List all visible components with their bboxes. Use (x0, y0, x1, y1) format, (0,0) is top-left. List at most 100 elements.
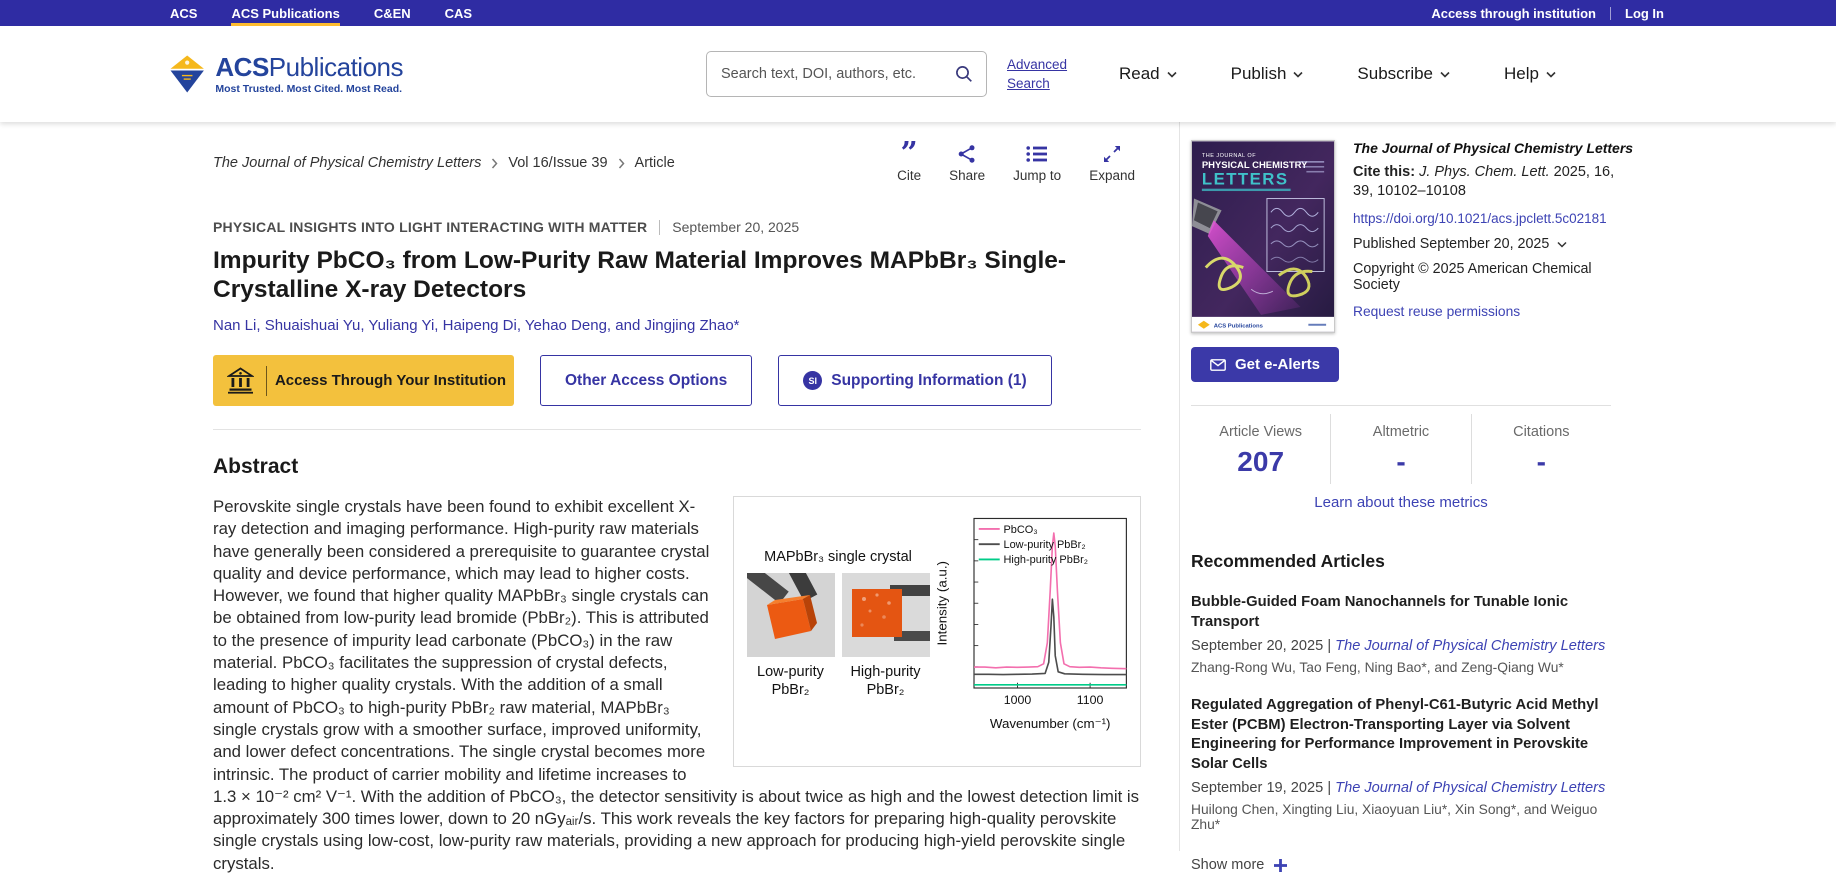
divider (1191, 405, 1611, 406)
search-icon[interactable] (954, 64, 974, 84)
recommended-article-journal-link[interactable]: The Journal of Physical Chemistry Letter… (1335, 780, 1605, 796)
supporting-information-label: Supporting Information (1) (831, 372, 1026, 390)
article-category[interactable]: PHYSICAL INSIGHTS INTO LIGHT INTERACTING… (213, 219, 647, 235)
recommended-article: Regulated Aggregation of Phenyl-C61-Buty… (1191, 696, 1623, 832)
nav-read[interactable]: Read (1119, 64, 1177, 84)
access-institution-label: Access Through Your Institution (267, 372, 514, 389)
doi-link[interactable]: https://doi.org/10.1021/acs.jpclett.5c02… (1353, 211, 1621, 226)
expand-button[interactable]: Expand (1089, 143, 1135, 183)
supporting-information-button[interactable]: SI Supporting Information (1) (778, 355, 1051, 406)
chevron-right-icon (491, 158, 498, 169)
jump-to-list-icon (1026, 145, 1048, 163)
cover-footer-brand: ACS Publications (1214, 324, 1264, 330)
abstract-heading: Abstract (213, 455, 1163, 479)
learn-about-metrics-link[interactable]: Learn about these metrics (1191, 494, 1611, 511)
cover-masthead-accent: LETTERS (1202, 170, 1289, 189)
show-more-button[interactable]: Show more (1191, 857, 1620, 873)
jump-to-label: Jump to (1013, 168, 1061, 183)
recommended-article-title[interactable]: Bubble-Guided Foam Nanochannels for Tuna… (1191, 593, 1623, 632)
divider (659, 220, 660, 235)
cite-button[interactable]: ” Cite (897, 143, 921, 183)
cover-masthead-top: THE JOURNAL OF (1202, 153, 1256, 159)
cite-label: Cite (897, 168, 921, 183)
svg-text:Wavenumber (cm⁻¹): Wavenumber (cm⁻¹) (990, 716, 1111, 731)
recommended-article-date: September 20, 2025 (1191, 638, 1323, 654)
chevron-down-icon (1167, 71, 1177, 78)
svg-text:1100: 1100 (1077, 693, 1104, 707)
nav-publish[interactable]: Publish (1231, 64, 1304, 84)
recommended-article-authors: Huilong Chen, Xingting Liu, Xiaoyuan Liu… (1191, 802, 1623, 832)
nav-help[interactable]: Help (1504, 64, 1556, 84)
share-label: Share (949, 168, 985, 183)
search-box (706, 51, 987, 97)
topbar-link-acs[interactable]: ACS (170, 0, 197, 26)
nav-subscribe[interactable]: Subscribe (1357, 64, 1450, 84)
logo-tagline: Most Trusted. Most Cited. Most Read. (215, 83, 403, 95)
topbar-link-cen[interactable]: C&EN (374, 0, 411, 26)
metric-value: - (1331, 446, 1470, 478)
breadcrumb-issue-link[interactable]: Vol 16/Issue 39 (508, 155, 607, 171)
crystal-photo-low-purity (747, 573, 835, 657)
svg-text:Low-purity PbBr₂: Low-purity PbBr₂ (1004, 539, 1086, 551)
topbar-link-cas[interactable]: CAS (445, 0, 472, 26)
recommended-article-journal-link[interactable]: The Journal of Physical Chemistry Letter… (1335, 638, 1605, 654)
nav-subscribe-label: Subscribe (1357, 64, 1433, 84)
recommended-article-meta: September 19, 2025 | The Journal of Phys… (1191, 780, 1623, 796)
logo-acs: ACS (215, 52, 268, 82)
get-e-alerts-button[interactable]: Get e-Alerts (1191, 347, 1339, 382)
sidebar-journal-title[interactable]: The Journal of Physical Chemistry Letter… (1353, 140, 1621, 156)
access-through-institution-link[interactable]: Access through institution (1431, 6, 1596, 21)
chevron-down-icon (1557, 241, 1567, 248)
cite-journal-abbrev: J. Phys. Chem. Lett. (1419, 164, 1550, 180)
top-bar: ACS ACS Publications C&EN CAS Access thr… (0, 0, 1836, 26)
abstract-graphic[interactable]: MAPbBr₃ single crystal (733, 496, 1141, 767)
topbar-link-acs-publications[interactable]: ACS Publications (231, 0, 339, 26)
metric-value: 207 (1191, 446, 1330, 478)
metric-value: - (1472, 446, 1611, 478)
published-date-row[interactable]: Published September 20, 2025 (1353, 236, 1621, 252)
acs-publications-logo[interactable]: ACSPublications Most Trusted. Most Cited… (167, 51, 403, 97)
share-icon (957, 144, 977, 164)
published-date: Published September 20, 2025 (1353, 236, 1549, 252)
nav-help-label: Help (1504, 64, 1539, 84)
spectrum-chart: 10001100PbCO₃Low-purity PbBr₂High-purity… (934, 505, 1134, 751)
breadcrumb: The Journal of Physical Chemistry Letter… (213, 143, 675, 183)
jump-to-button[interactable]: Jump to (1013, 143, 1061, 183)
session-links: Access through institution Log In (1431, 0, 1664, 26)
share-button[interactable]: Share (949, 143, 985, 183)
chevron-down-icon (1440, 71, 1450, 78)
breadcrumb-journal-link[interactable]: The Journal of Physical Chemistry Letter… (213, 155, 481, 171)
recommended-article-title[interactable]: Regulated Aggregation of Phenyl-C61-Buty… (1191, 696, 1623, 774)
access-institution-button[interactable]: Access Through Your Institution (213, 355, 514, 406)
svg-text:1000: 1000 (1004, 693, 1032, 707)
svg-text:Intensity (a.u.): Intensity (a.u.) (934, 561, 949, 645)
metric-citations: Citations - (1471, 414, 1611, 484)
other-access-label: Other Access Options (565, 372, 727, 390)
request-reuse-permissions-link[interactable]: Request reuse permissions (1353, 304, 1520, 319)
nav-read-label: Read (1119, 64, 1160, 84)
recommended-article-meta: September 20, 2025 | The Journal of Phys… (1191, 638, 1623, 654)
figure-caption-low-purity: Low-purity PbBr₂ (747, 663, 835, 699)
advanced-search-link[interactable]: Advanced Search (1007, 55, 1073, 93)
institution-building-icon (227, 367, 254, 394)
cite-this-label: Cite this: (1353, 164, 1415, 180)
figure-crystal-label: MAPbBr₃ single crystal (764, 549, 912, 565)
nav-publish-label: Publish (1231, 64, 1287, 84)
metric-label: Citations (1472, 424, 1611, 440)
citation-line: Cite this: J. Phys. Chem. Lett. 2025, 16… (1353, 163, 1621, 201)
logo-publications: Publications (269, 52, 403, 82)
journal-cover-image[interactable]: THE JOURNAL OF PHYSICAL CHEMISTRY LETTER… (1191, 140, 1335, 333)
search-input[interactable] (721, 66, 954, 82)
recommended-articles-heading: Recommended Articles (1191, 551, 1620, 572)
log-in-link[interactable]: Log In (1625, 6, 1664, 21)
article-authors[interactable]: Nan Li, Shuaishuai Yu, Yuliang Yi, Haipe… (213, 317, 1163, 334)
envelope-icon (1210, 359, 1226, 371)
main-nav: Read Publish Subscribe Help (1119, 64, 1556, 84)
copyright-text: Copyright © 2025 American Chemical Socie… (1353, 261, 1621, 293)
article-sidebar: THE JOURNAL OF PHYSICAL CHEMISTRY LETTER… (1179, 122, 1620, 851)
cite-quote-icon: ” (901, 144, 918, 164)
show-more-label: Show more (1191, 857, 1264, 873)
other-access-options-button[interactable]: Other Access Options (540, 355, 752, 406)
brand-links: ACS ACS Publications C&EN CAS (170, 0, 506, 26)
expand-label: Expand (1089, 168, 1135, 183)
